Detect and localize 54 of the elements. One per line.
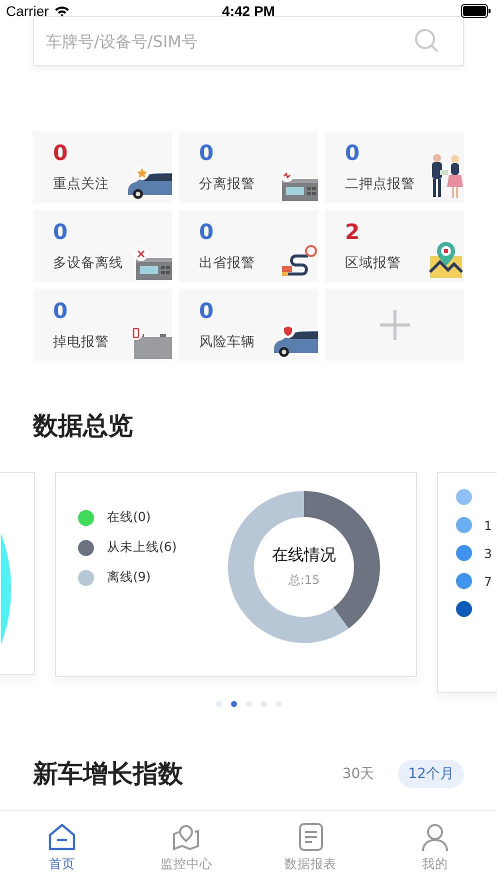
range-tab[interactable]: 30天 [332,760,384,788]
carrier-label: Carrier [6,3,49,19]
alert-tile[interactable]: 0 出省报警 [179,210,318,282]
legend-label: 3 [484,546,492,560]
donut-title: 在线情况 [272,545,336,566]
alert-count: 0 [53,141,68,165]
alert-tile[interactable]: 0 风险车辆 [179,289,318,361]
legend-label: 在线(0) [107,509,151,526]
alert-label: 区域报警 [345,254,401,272]
section-heading: 新车增长指数 [33,758,184,790]
home-icon [47,822,78,852]
device-icon [278,167,318,201]
alert-label: 风险车辆 [199,333,255,351]
alert-label: 多设备离线 [53,254,123,272]
alert-tile[interactable]: 0 掉电报警 [33,289,172,361]
alert-count: 0 [199,220,214,244]
legend-label: 1 [484,518,492,532]
alert-count: 0 [345,141,360,165]
plus-icon [378,309,410,341]
alert-count: 0 [53,220,68,244]
alert-count: 0 [199,299,214,323]
search-icon [414,28,440,54]
alert-tile[interactable]: 0 重点关注 [33,131,172,203]
car-icon [126,167,172,201]
car-icon [272,325,318,359]
map-pin-icon [428,240,464,280]
alert-tile[interactable]: 0 二押点报警 [325,131,464,203]
alert-label: 二押点报警 [345,175,415,193]
user-icon [420,822,450,852]
search-field[interactable]: 车牌号/设备号/SIM号 [33,16,464,66]
add-tile-button[interactable] [325,289,464,361]
legend-label: 7 [484,574,492,588]
alert-count: 2 [345,220,360,244]
section-heading: 数据总览 [33,410,134,442]
alert-label: 分离报警 [199,175,255,193]
alert-tile[interactable]: 2 区域报警 [325,210,464,282]
clock-time: 4:42 PM [222,3,275,19]
device-icon [132,246,172,280]
donut-total: 总:15 [288,572,320,589]
battery-icon [461,4,491,18]
wifi-icon [54,5,70,17]
tab-bar-item[interactable]: 首页 [0,811,124,883]
alert-label: 重点关注 [53,175,109,193]
alert-tile[interactable]: 0 分离报警 [179,131,318,203]
alert-count: 0 [199,141,214,165]
alert-count: 0 [53,299,68,323]
legend-label: 从未上线(6) [107,539,177,556]
page-dot[interactable] [230,701,236,707]
car-battery-icon [128,325,172,359]
alert-tile[interactable]: 0 多设备离线 [33,210,172,282]
legend-label: 离线(9) [107,569,151,586]
alert-label: 掉电报警 [53,333,109,351]
alert-label: 出省报警 [199,254,255,272]
range-tab[interactable]: 12个月 [398,760,464,788]
